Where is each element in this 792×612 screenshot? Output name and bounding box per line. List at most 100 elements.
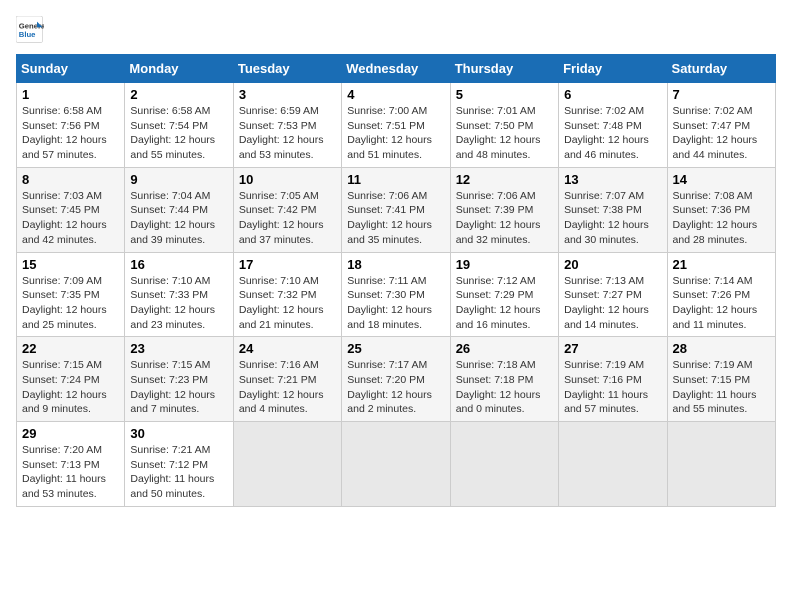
day-cell: 7 Sunrise: 7:02 AMSunset: 7:47 PMDayligh… [667, 83, 775, 168]
day-detail: Sunrise: 7:15 AMSunset: 7:23 PMDaylight:… [130, 359, 215, 415]
day-detail: Sunrise: 7:01 AMSunset: 7:50 PMDaylight:… [456, 105, 541, 161]
day-cell: 24 Sunrise: 7:16 AMSunset: 7:21 PMDaylig… [233, 337, 341, 422]
day-cell: 17 Sunrise: 7:10 AMSunset: 7:32 PMDaylig… [233, 252, 341, 337]
day-cell: 23 Sunrise: 7:15 AMSunset: 7:23 PMDaylig… [125, 337, 233, 422]
day-detail: Sunrise: 7:07 AMSunset: 7:38 PMDaylight:… [564, 190, 649, 246]
day-cell [450, 422, 558, 507]
day-detail: Sunrise: 7:09 AMSunset: 7:35 PMDaylight:… [22, 275, 107, 331]
day-number: 28 [673, 341, 770, 356]
day-number: 15 [22, 257, 119, 272]
svg-text:Blue: Blue [19, 30, 36, 39]
day-cell: 6 Sunrise: 7:02 AMSunset: 7:48 PMDayligh… [559, 83, 667, 168]
logo-icon: General Blue [16, 16, 44, 44]
day-cell: 1 Sunrise: 6:58 AMSunset: 7:56 PMDayligh… [17, 83, 125, 168]
day-number: 7 [673, 87, 770, 102]
day-number: 20 [564, 257, 661, 272]
day-detail: Sunrise: 7:21 AMSunset: 7:12 PMDaylight:… [130, 444, 214, 500]
header-cell-thursday: Thursday [450, 55, 558, 83]
day-detail: Sunrise: 7:05 AMSunset: 7:42 PMDaylight:… [239, 190, 324, 246]
day-number: 5 [456, 87, 553, 102]
day-cell: 26 Sunrise: 7:18 AMSunset: 7:18 PMDaylig… [450, 337, 558, 422]
day-number: 25 [347, 341, 444, 356]
day-detail: Sunrise: 7:15 AMSunset: 7:24 PMDaylight:… [22, 359, 107, 415]
day-detail: Sunrise: 7:02 AMSunset: 7:48 PMDaylight:… [564, 105, 649, 161]
day-number: 3 [239, 87, 336, 102]
day-cell: 18 Sunrise: 7:11 AMSunset: 7:30 PMDaylig… [342, 252, 450, 337]
day-cell: 9 Sunrise: 7:04 AMSunset: 7:44 PMDayligh… [125, 167, 233, 252]
day-cell [342, 422, 450, 507]
day-number: 27 [564, 341, 661, 356]
day-detail: Sunrise: 6:59 AMSunset: 7:53 PMDaylight:… [239, 105, 324, 161]
day-detail: Sunrise: 7:06 AMSunset: 7:41 PMDaylight:… [347, 190, 432, 246]
day-number: 8 [22, 172, 119, 187]
day-cell [559, 422, 667, 507]
day-detail: Sunrise: 7:08 AMSunset: 7:36 PMDaylight:… [673, 190, 758, 246]
header-row: SundayMondayTuesdayWednesdayThursdayFrid… [17, 55, 776, 83]
day-number: 26 [456, 341, 553, 356]
day-cell: 2 Sunrise: 6:58 AMSunset: 7:54 PMDayligh… [125, 83, 233, 168]
day-detail: Sunrise: 7:10 AMSunset: 7:32 PMDaylight:… [239, 275, 324, 331]
week-row-5: 29 Sunrise: 7:20 AMSunset: 7:13 PMDaylig… [17, 422, 776, 507]
day-cell: 3 Sunrise: 6:59 AMSunset: 7:53 PMDayligh… [233, 83, 341, 168]
day-number: 17 [239, 257, 336, 272]
day-cell: 4 Sunrise: 7:00 AMSunset: 7:51 PMDayligh… [342, 83, 450, 168]
day-number: 30 [130, 426, 227, 441]
day-number: 2 [130, 87, 227, 102]
header-cell-tuesday: Tuesday [233, 55, 341, 83]
day-number: 1 [22, 87, 119, 102]
day-cell: 27 Sunrise: 7:19 AMSunset: 7:16 PMDaylig… [559, 337, 667, 422]
day-number: 23 [130, 341, 227, 356]
day-detail: Sunrise: 6:58 AMSunset: 7:54 PMDaylight:… [130, 105, 215, 161]
day-cell [667, 422, 775, 507]
logo: General Blue [16, 16, 48, 44]
week-row-3: 15 Sunrise: 7:09 AMSunset: 7:35 PMDaylig… [17, 252, 776, 337]
day-cell: 21 Sunrise: 7:14 AMSunset: 7:26 PMDaylig… [667, 252, 775, 337]
day-cell [233, 422, 341, 507]
day-detail: Sunrise: 7:18 AMSunset: 7:18 PMDaylight:… [456, 359, 541, 415]
day-cell: 30 Sunrise: 7:21 AMSunset: 7:12 PMDaylig… [125, 422, 233, 507]
day-cell: 5 Sunrise: 7:01 AMSunset: 7:50 PMDayligh… [450, 83, 558, 168]
week-row-4: 22 Sunrise: 7:15 AMSunset: 7:24 PMDaylig… [17, 337, 776, 422]
day-detail: Sunrise: 7:16 AMSunset: 7:21 PMDaylight:… [239, 359, 324, 415]
day-detail: Sunrise: 7:10 AMSunset: 7:33 PMDaylight:… [130, 275, 215, 331]
day-cell: 20 Sunrise: 7:13 AMSunset: 7:27 PMDaylig… [559, 252, 667, 337]
day-number: 22 [22, 341, 119, 356]
day-cell: 13 Sunrise: 7:07 AMSunset: 7:38 PMDaylig… [559, 167, 667, 252]
day-cell: 10 Sunrise: 7:05 AMSunset: 7:42 PMDaylig… [233, 167, 341, 252]
day-detail: Sunrise: 6:58 AMSunset: 7:56 PMDaylight:… [22, 105, 107, 161]
day-cell: 11 Sunrise: 7:06 AMSunset: 7:41 PMDaylig… [342, 167, 450, 252]
day-number: 24 [239, 341, 336, 356]
day-number: 12 [456, 172, 553, 187]
day-detail: Sunrise: 7:20 AMSunset: 7:13 PMDaylight:… [22, 444, 106, 500]
header-cell-friday: Friday [559, 55, 667, 83]
day-detail: Sunrise: 7:17 AMSunset: 7:20 PMDaylight:… [347, 359, 432, 415]
day-cell: 14 Sunrise: 7:08 AMSunset: 7:36 PMDaylig… [667, 167, 775, 252]
day-number: 4 [347, 87, 444, 102]
day-detail: Sunrise: 7:03 AMSunset: 7:45 PMDaylight:… [22, 190, 107, 246]
day-number: 10 [239, 172, 336, 187]
day-cell: 8 Sunrise: 7:03 AMSunset: 7:45 PMDayligh… [17, 167, 125, 252]
day-detail: Sunrise: 7:14 AMSunset: 7:26 PMDaylight:… [673, 275, 758, 331]
day-detail: Sunrise: 7:04 AMSunset: 7:44 PMDaylight:… [130, 190, 215, 246]
calendar-table: SundayMondayTuesdayWednesdayThursdayFrid… [16, 54, 776, 507]
day-cell: 19 Sunrise: 7:12 AMSunset: 7:29 PMDaylig… [450, 252, 558, 337]
week-row-1: 1 Sunrise: 6:58 AMSunset: 7:56 PMDayligh… [17, 83, 776, 168]
day-number: 16 [130, 257, 227, 272]
week-row-2: 8 Sunrise: 7:03 AMSunset: 7:45 PMDayligh… [17, 167, 776, 252]
day-number: 13 [564, 172, 661, 187]
day-number: 19 [456, 257, 553, 272]
day-detail: Sunrise: 7:19 AMSunset: 7:15 PMDaylight:… [673, 359, 757, 415]
day-detail: Sunrise: 7:13 AMSunset: 7:27 PMDaylight:… [564, 275, 649, 331]
day-number: 6 [564, 87, 661, 102]
day-number: 9 [130, 172, 227, 187]
day-detail: Sunrise: 7:19 AMSunset: 7:16 PMDaylight:… [564, 359, 648, 415]
header-cell-wednesday: Wednesday [342, 55, 450, 83]
header-cell-saturday: Saturday [667, 55, 775, 83]
page-header: General Blue [16, 16, 776, 44]
day-number: 14 [673, 172, 770, 187]
day-cell: 16 Sunrise: 7:10 AMSunset: 7:33 PMDaylig… [125, 252, 233, 337]
day-detail: Sunrise: 7:12 AMSunset: 7:29 PMDaylight:… [456, 275, 541, 331]
day-number: 18 [347, 257, 444, 272]
day-detail: Sunrise: 7:11 AMSunset: 7:30 PMDaylight:… [347, 275, 432, 331]
day-number: 29 [22, 426, 119, 441]
